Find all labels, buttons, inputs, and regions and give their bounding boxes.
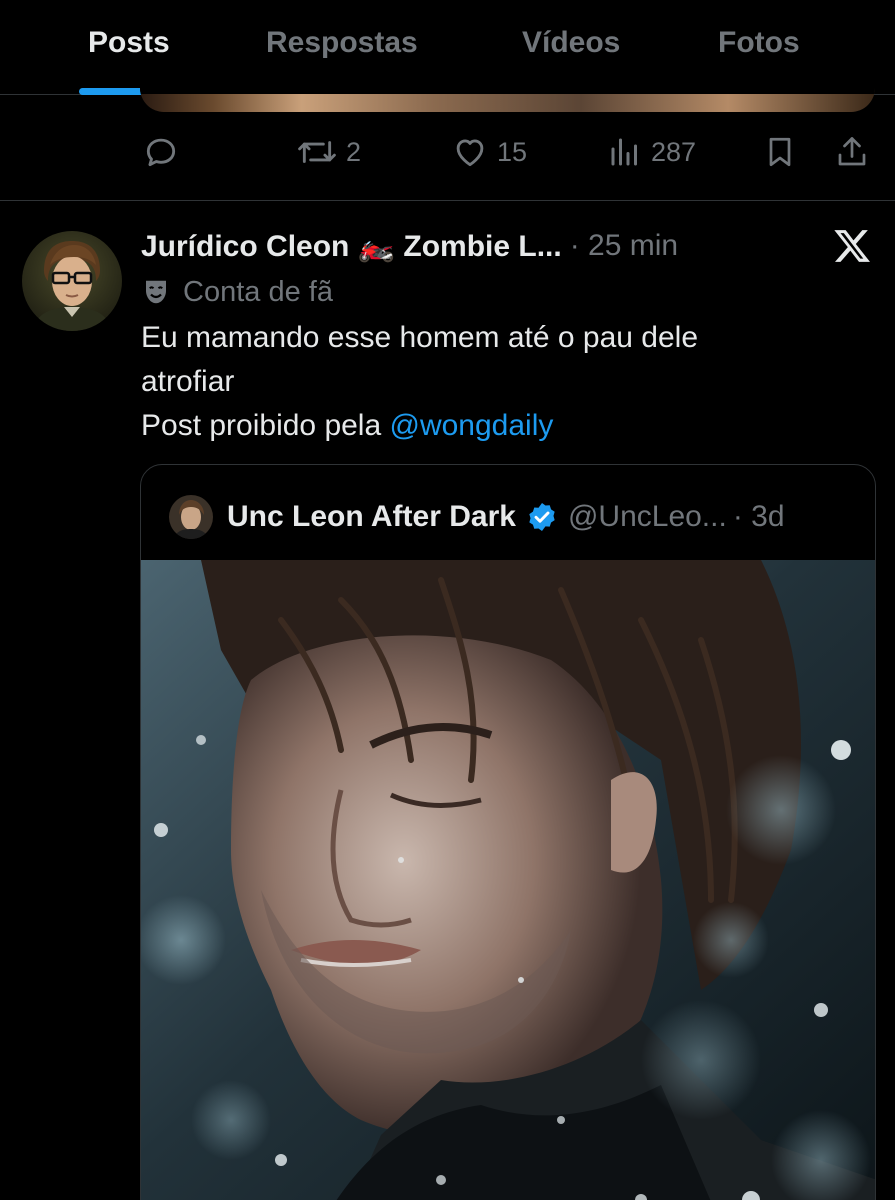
theater-mask-icon xyxy=(146,280,166,304)
quoted-post[interactable]: Unc Leon After Dark @UncLeo... · 3d xyxy=(140,464,876,1200)
heart-icon xyxy=(456,139,484,167)
mention-link[interactable]: @wongdaily xyxy=(390,409,554,442)
post-text-line: Eu mamando esse homem até o pau dele xyxy=(141,321,699,354)
share-icon xyxy=(838,137,866,166)
reply-button[interactable] xyxy=(142,128,180,176)
quoted-timestamp[interactable]: · 3d xyxy=(733,500,785,534)
post-text-line: atrofiar xyxy=(141,365,235,398)
post-text-prefix: Post proibido pela xyxy=(141,409,390,442)
author-name[interactable]: Jurídico Cleon 🏍️ Zombie L... xyxy=(141,229,562,264)
quoted-author-name[interactable]: Unc Leon After Dark xyxy=(227,500,516,534)
like-button[interactable]: 15 xyxy=(451,128,527,176)
post-header: Jurídico Cleon 🏍️ Zombie L... · 25 min xyxy=(141,226,678,266)
share-button[interactable] xyxy=(834,128,870,176)
like-count: 15 xyxy=(497,136,528,167)
repost-button[interactable]: 2 xyxy=(296,128,361,176)
post-timestamp[interactable]: · 25 min xyxy=(570,229,678,263)
bookmark-icon xyxy=(769,137,791,167)
quoted-post-image[interactable] xyxy=(141,560,875,1200)
quoted-post-header: Unc Leon After Dark @UncLeo... · 3d xyxy=(169,495,785,539)
fan-label-text: Conta de fã xyxy=(183,275,333,308)
previous-post-actions: 2 15 287 xyxy=(0,128,895,176)
quoted-avatar[interactable] xyxy=(169,495,213,539)
views-icon xyxy=(611,138,637,166)
bookmark-button[interactable] xyxy=(762,128,798,176)
repost-icon xyxy=(298,141,336,163)
post-text-line: Post proibido pela @wongdaily xyxy=(141,404,861,448)
tab-fotos[interactable]: Fotos xyxy=(718,26,800,60)
tab-videos[interactable]: Vídeos xyxy=(522,26,620,60)
fan-account-label: Conta de fã xyxy=(141,272,333,312)
repost-count: 2 xyxy=(346,136,362,167)
reply-icon xyxy=(146,138,176,167)
previous-post-media[interactable] xyxy=(140,72,875,112)
quoted-handle[interactable]: @UncLeo... xyxy=(568,500,727,534)
avatar[interactable] xyxy=(22,231,122,331)
verified-badge-icon xyxy=(529,503,555,531)
tab-respostas[interactable]: Respostas xyxy=(266,26,418,60)
views-button[interactable]: 287 xyxy=(607,128,696,176)
views-count: 287 xyxy=(651,136,697,167)
x-logo-icon xyxy=(832,226,872,266)
post-text: Eu mamando esse homem até o pau dele atr… xyxy=(141,316,861,448)
tab-posts[interactable]: Posts xyxy=(88,26,170,60)
post-divider xyxy=(0,200,895,201)
